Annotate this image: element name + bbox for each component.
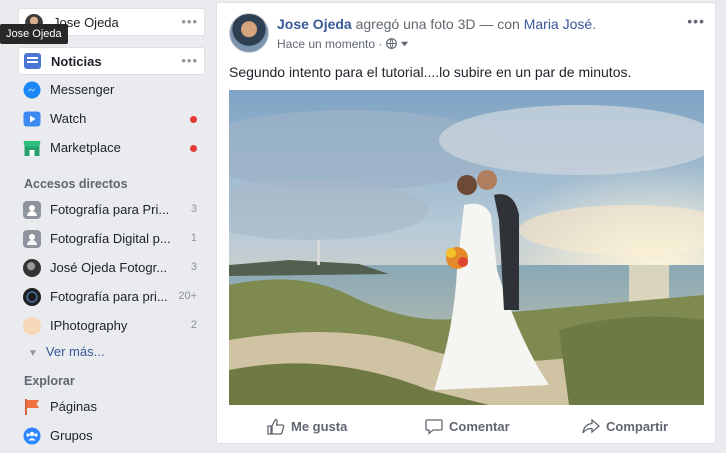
shortcut-count: 3 bbox=[190, 203, 197, 215]
see-more-link[interactable]: ▼ Ver más... bbox=[28, 344, 104, 359]
shortcut-label: Fotografía Digital p... bbox=[50, 231, 171, 246]
share-label: Compartir bbox=[606, 419, 669, 434]
post-timestamp[interactable]: Hace un momento bbox=[277, 37, 375, 51]
sidebar-item-paginas[interactable]: Páginas bbox=[18, 394, 205, 420]
feed-post: Jose Ojeda agregó una foto 3D — con Mari… bbox=[216, 2, 716, 444]
shortcut-count: 1 bbox=[190, 232, 197, 244]
post-header-end: . bbox=[592, 16, 597, 32]
post-action-text: agregó una foto 3D — con bbox=[351, 16, 524, 32]
sidebar-item-marketplace[interactable]: Marketplace bbox=[18, 135, 205, 161]
tagged-user-link[interactable]: Maria José bbox=[524, 16, 592, 32]
sidebar-item-watch[interactable]: Watch bbox=[18, 106, 205, 132]
shortcut-label: José Ojeda Fotogr... bbox=[50, 260, 168, 275]
share-button[interactable]: Compartir bbox=[582, 418, 668, 438]
flag-icon bbox=[25, 399, 39, 415]
shortcut-item[interactable]: José Ojeda Fotogr... 3 bbox=[18, 255, 205, 281]
left-sidebar: Jose Ojeda ••• Jose Ojeda Noticias ••• M… bbox=[0, 0, 210, 453]
sidebar-item-label: Watch bbox=[50, 111, 87, 126]
author-link[interactable]: Jose Ojeda bbox=[277, 16, 352, 32]
page-icon bbox=[23, 317, 41, 335]
watch-icon bbox=[23, 111, 41, 127]
shortcut-label: Fotografía para pri... bbox=[50, 289, 168, 304]
sidebar-item-label: Grupos bbox=[50, 428, 93, 443]
explore-title: Explorar bbox=[24, 374, 75, 388]
comment-icon bbox=[425, 419, 443, 435]
comment-button[interactable]: Comentar bbox=[425, 418, 510, 438]
chevron-down-icon: ▼ bbox=[28, 348, 38, 359]
page-photo-icon bbox=[23, 259, 41, 277]
shortcut-item[interactable]: Fotografía para Pri... 3 bbox=[18, 197, 205, 223]
shortcut-item[interactable]: Fotografía para pri... 20+ bbox=[18, 284, 205, 310]
shortcut-item[interactable]: IPhotography 2 bbox=[18, 313, 205, 339]
post-options-icon[interactable]: ••• bbox=[687, 13, 705, 29]
sidebar-item-label: Marketplace bbox=[50, 140, 121, 155]
more-options-icon[interactable]: ••• bbox=[181, 14, 198, 29]
post-text: Segundo intento para el tutorial....lo s… bbox=[229, 64, 632, 80]
marketplace-icon bbox=[23, 141, 41, 156]
post-actions: Me gusta Comentar Compartir bbox=[217, 413, 715, 443]
shortcut-count: 3 bbox=[190, 261, 197, 273]
group-icon bbox=[23, 201, 41, 219]
sidebar-item-grupos[interactable]: Grupos bbox=[18, 423, 205, 449]
audience-dropdown-icon[interactable] bbox=[400, 39, 409, 48]
shortcut-label: IPhotography bbox=[50, 318, 128, 333]
sidebar-item-noticias[interactable]: Noticias ••• bbox=[18, 47, 205, 75]
author-avatar[interactable] bbox=[229, 13, 269, 53]
comment-label: Comentar bbox=[449, 419, 510, 434]
meta-separator: · bbox=[378, 37, 383, 51]
post-header: Jose Ojeda agregó una foto 3D — con Mari… bbox=[277, 16, 596, 32]
notification-dot bbox=[190, 145, 197, 152]
like-button[interactable]: Me gusta bbox=[267, 418, 347, 438]
sidebar-item-label: Páginas bbox=[50, 399, 97, 414]
see-more-label: Ver más... bbox=[45, 344, 105, 359]
news-feed-icon bbox=[24, 53, 41, 69]
lens-icon bbox=[23, 288, 41, 306]
share-icon bbox=[582, 418, 600, 434]
tooltip: Jose Ojeda bbox=[0, 24, 68, 44]
more-options-icon[interactable]: ••• bbox=[181, 53, 198, 68]
shortcut-count: 20+ bbox=[178, 290, 197, 302]
shortcut-count: 2 bbox=[190, 319, 197, 331]
sidebar-item-label: Messenger bbox=[50, 82, 115, 97]
shortcuts-title: Accesos directos bbox=[24, 177, 128, 191]
notification-dot bbox=[190, 116, 197, 123]
shortcut-label: Fotografía para Pri... bbox=[50, 202, 170, 217]
thumbs-up-icon bbox=[267, 418, 285, 435]
wedding-photo-image bbox=[229, 90, 704, 405]
post-photo[interactable] bbox=[229, 90, 704, 405]
shortcut-item[interactable]: Fotografía Digital p... 1 bbox=[18, 226, 205, 252]
sidebar-item-label: Noticias bbox=[51, 54, 102, 69]
post-meta: Hace un momento · bbox=[277, 37, 409, 51]
group-icon bbox=[23, 230, 41, 248]
messenger-icon bbox=[23, 81, 41, 99]
groups-icon bbox=[23, 427, 41, 445]
globe-icon bbox=[385, 38, 397, 49]
like-label: Me gusta bbox=[291, 419, 348, 434]
sidebar-item-messenger[interactable]: Messenger bbox=[18, 77, 205, 103]
